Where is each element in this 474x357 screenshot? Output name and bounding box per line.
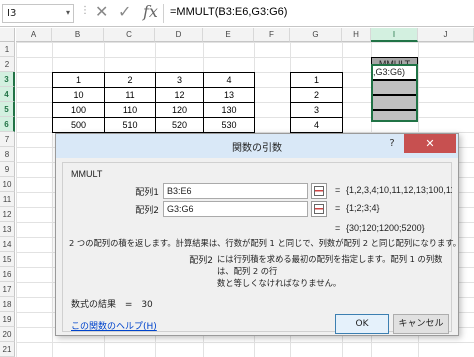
matrix-a-cell[interactable]: 11 [104, 87, 156, 103]
matrix-b-cell[interactable]: 3 [290, 102, 343, 118]
row-header-5[interactable]: 5 [0, 102, 15, 117]
matrix-a-cell[interactable]: 110 [104, 102, 156, 118]
cell-i6[interactable] [371, 110, 418, 122]
matrix-a-cell[interactable]: 130 [203, 102, 255, 118]
name-box-value: I3 [7, 8, 17, 19]
function-description: 2 つの配列の積を返します。計算結果は、行数が配列 1 と同じで、列数が配列 2… [69, 238, 462, 248]
function-help-link[interactable]: この関数のヘルプ(H) [71, 319, 157, 332]
column-header-h[interactable]: H [342, 28, 371, 42]
cell-i5[interactable] [371, 95, 418, 110]
select-all-corner[interactable] [0, 28, 15, 42]
row-header-7[interactable]: 7 [0, 132, 15, 147]
column-header-i[interactable]: I [371, 28, 418, 42]
row-header-11[interactable]: 11 [0, 192, 15, 207]
ok-button[interactable]: OK [335, 314, 389, 334]
matrix-a-cell[interactable]: 500 [52, 117, 105, 133]
result-array: {30;120;1200;5200} [346, 223, 425, 233]
collapse-dialog-icon[interactable] [311, 201, 327, 217]
column-header-d[interactable]: D [155, 28, 203, 42]
name-box[interactable]: I3 ▾ [2, 4, 74, 23]
matrix-b-cell[interactable]: 2 [290, 87, 343, 103]
arg2-input[interactable]: G3:G6 [163, 201, 308, 217]
row-header-17[interactable]: 17 [0, 282, 15, 297]
function-name: MMULT [71, 169, 103, 179]
matrix-a-cell[interactable]: 530 [203, 117, 255, 133]
arg2-eq: = [335, 203, 341, 213]
row-header-21[interactable]: 21 [0, 342, 15, 357]
collapse-dialog-icon[interactable] [311, 183, 327, 199]
function-arguments-dialog: 関数の引数 ? ✕ MMULT 配列1 B3:E6 = {1,2,3,4;10,… [55, 133, 461, 336]
arg1-result: {1,2,3,4;10,11,12,13;100,110,1... [346, 185, 452, 195]
dialog-body: MMULT 配列1 B3:E6 = {1,2,3,4;10,11,12,13;1… [62, 162, 461, 334]
formula-bar: I3 ▾ ⋮ ✕ ✓ fx =MMULT(B3:E6,G3:G6) [0, 0, 474, 27]
formula-result-eq: = [124, 300, 133, 310]
matrix-a-cell[interactable]: 120 [155, 102, 204, 118]
active-cell-i3[interactable]: ,G3:G6) [371, 65, 418, 80]
row-header-4[interactable]: 4 [0, 87, 15, 102]
row-header-12[interactable]: 12 [0, 207, 15, 222]
formula-result-value: 30 [141, 300, 153, 310]
row-header-16[interactable]: 16 [0, 267, 15, 282]
row-header-1[interactable]: 1 [0, 42, 15, 57]
matrix-a-cell[interactable]: 13 [203, 87, 255, 103]
close-button[interactable]: ✕ [404, 134, 456, 153]
row-header-15[interactable]: 15 [0, 252, 15, 267]
arg-help-label: 配列2 [189, 256, 213, 266]
row-header-18[interactable]: 18 [0, 297, 15, 312]
row-header-13[interactable]: 13 [0, 222, 15, 237]
arg2-label: 配列2 [135, 206, 159, 216]
drag-handle-icon[interactable]: ⋮ [80, 5, 90, 16]
column-header-f[interactable]: F [254, 28, 290, 42]
matrix-a-cell[interactable]: 12 [155, 87, 204, 103]
matrix-a-cell[interactable]: 4 [203, 72, 255, 88]
formula-input[interactable]: =MMULT(B3:E6,G3:G6) [170, 6, 287, 18]
arg-help-line2: 数と等しくなければなりません。 [217, 278, 342, 288]
result-eq: = [335, 223, 341, 233]
arg-help-text: には行列積を求める最初の配列を指定します。配列 1 の列数は、配列 2 の行 数… [217, 253, 449, 289]
formula-separator [163, 4, 164, 23]
insert-function-icon[interactable]: fx [143, 2, 158, 21]
formula-result: 数式の結果 = 30 [71, 297, 153, 310]
matrix-a-cell[interactable]: 10 [52, 87, 105, 103]
row-header-9[interactable]: 9 [0, 162, 15, 177]
matrix-a-cell[interactable]: 520 [155, 117, 204, 133]
matrix-b-cell[interactable]: 1 [290, 72, 343, 88]
row-header-2[interactable]: 2 [0, 57, 15, 72]
cancel-button[interactable]: キャンセル [393, 314, 449, 334]
arg1-input[interactable]: B3:E6 [163, 183, 308, 199]
row-header-14[interactable]: 14 [0, 237, 15, 252]
row-header-19[interactable]: 19 [0, 312, 15, 327]
column-header-c[interactable]: C [104, 28, 155, 42]
row-header-6[interactable]: 6 [0, 117, 15, 132]
cancel-icon[interactable]: ✕ [95, 2, 108, 21]
column-header-g[interactable]: G [290, 28, 342, 42]
matrix-a-cell[interactable]: 2 [104, 72, 156, 88]
column-header-j[interactable]: J [418, 28, 474, 42]
chevron-down-icon[interactable]: ▾ [66, 8, 70, 17]
matrix-a-cell[interactable]: 510 [104, 117, 156, 133]
arg2-result: {1;2;3;4} [346, 203, 380, 213]
matrix-a-cell[interactable]: 1 [52, 72, 105, 88]
matrix-b-cell[interactable]: 4 [290, 117, 343, 133]
column-header-e[interactable]: E [203, 28, 254, 42]
row-header-20[interactable]: 20 [0, 327, 15, 342]
column-header-b[interactable]: B [52, 28, 104, 42]
row-header-8[interactable]: 8 [0, 147, 15, 162]
arg1-label: 配列1 [135, 188, 159, 198]
arg-help-line1: には行列積を求める最初の配列を指定します。配列 1 の列数は、配列 2 の行 [217, 254, 443, 276]
formula-result-label: 数式の結果 [71, 300, 117, 310]
enter-icon[interactable]: ✓ [118, 2, 131, 21]
dialog-titlebar[interactable]: 関数の引数 ? ✕ [56, 134, 458, 158]
help-icon[interactable]: ? [383, 138, 401, 154]
arg1-eq: = [335, 185, 341, 195]
row-header-3[interactable]: 3 [0, 72, 15, 87]
column-header-a[interactable]: A [16, 28, 52, 42]
cell-i4[interactable] [371, 80, 418, 95]
row-header-10[interactable]: 10 [0, 177, 15, 192]
matrix-a-cell[interactable]: 3 [155, 72, 204, 88]
matrix-a-cell[interactable]: 100 [52, 102, 105, 118]
